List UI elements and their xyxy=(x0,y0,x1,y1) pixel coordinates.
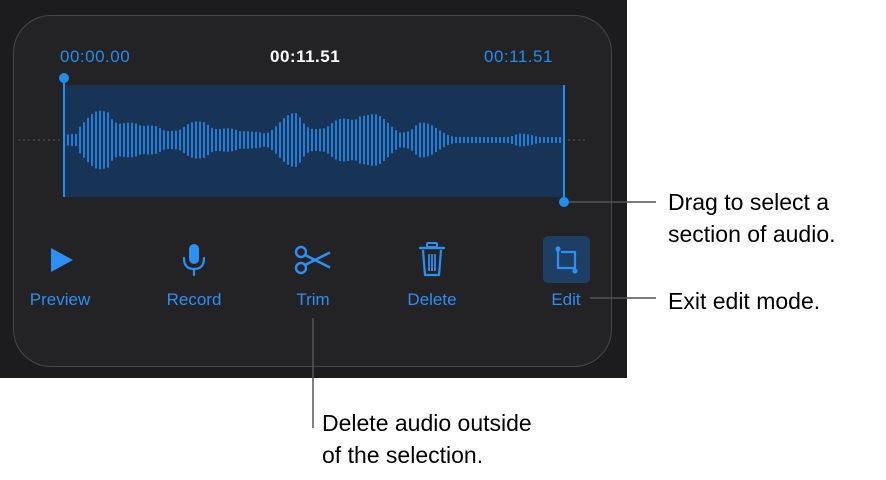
selection-end-time: 00:11.51 xyxy=(484,47,553,66)
trim-callout: Delete audio outside of the selection. xyxy=(322,407,532,471)
edit-label: Edit xyxy=(551,290,581,309)
selection-start-time: 00:00.00 xyxy=(60,47,131,66)
crop-icon xyxy=(555,246,578,274)
microphone-icon xyxy=(182,244,206,277)
exit-edit-callout: Exit edit mode. xyxy=(668,288,821,314)
current-time: 00:11.51 xyxy=(270,47,341,66)
drag-callout-line2: section of audio. xyxy=(668,221,836,247)
selection-start-handle[interactable] xyxy=(59,73,69,83)
record-button[interactable]: Record xyxy=(144,238,244,310)
selection-region[interactable] xyxy=(64,85,564,197)
waveform-editor[interactable] xyxy=(18,70,588,210)
drag-callout: Drag to select a section of audio. xyxy=(668,186,836,250)
selection-end-handle[interactable] xyxy=(559,197,569,207)
edit-button[interactable]: Edit xyxy=(516,238,616,310)
preview-label: Preview xyxy=(29,290,91,309)
trim-callout-line1: Delete audio outside xyxy=(322,410,532,436)
trim-callout-line2: of the selection. xyxy=(322,442,484,468)
trim-label: Trim xyxy=(296,290,330,309)
trim-button[interactable]: Trim xyxy=(263,238,363,310)
preview-button[interactable]: Preview xyxy=(10,238,110,310)
trash-icon xyxy=(418,242,446,277)
delete-label: Delete xyxy=(407,290,457,309)
scissors-icon xyxy=(294,245,331,275)
drag-callout-line1: Drag to select a xyxy=(668,189,830,215)
play-icon xyxy=(51,248,73,272)
voice-memo-panel: 00:00.00 00:11.51 00:11.51 Preview Recor… xyxy=(0,0,627,378)
delete-button[interactable]: Delete xyxy=(382,238,482,310)
record-label: Record xyxy=(166,290,222,309)
